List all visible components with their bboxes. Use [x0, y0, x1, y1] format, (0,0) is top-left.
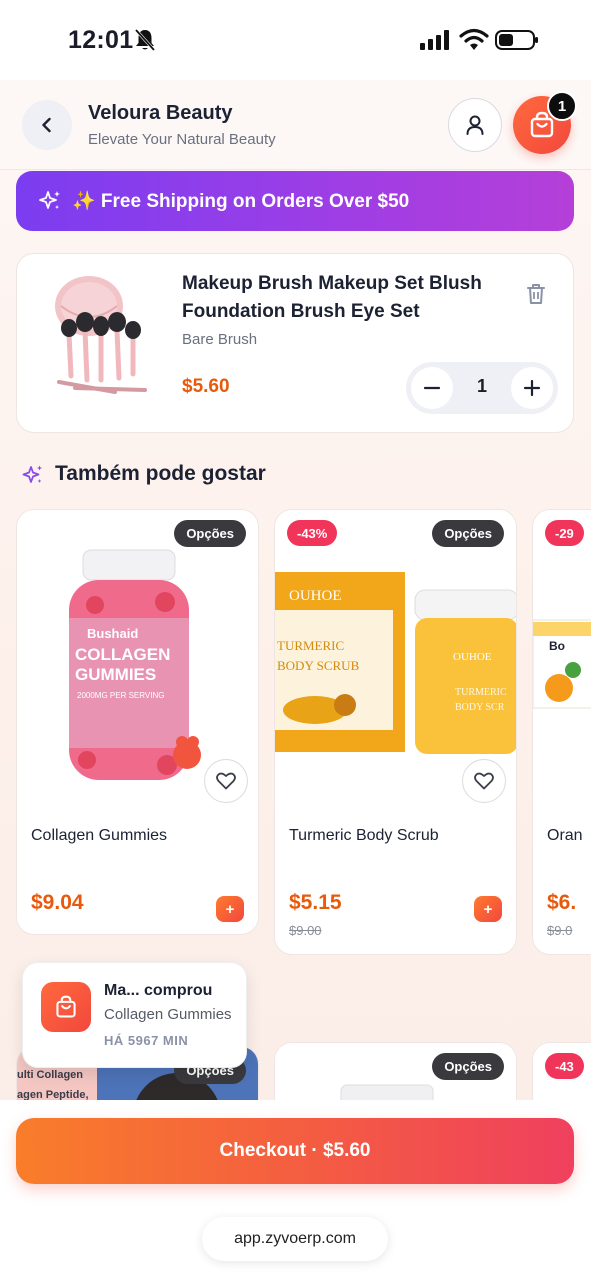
wifi-icon	[459, 28, 489, 50]
free-shipping-banner: ✨ Free Shipping on Orders Over $50	[16, 171, 574, 231]
user-icon	[466, 115, 484, 135]
trash-icon[interactable]	[525, 282, 547, 306]
product-old-price: $9.0	[547, 923, 573, 938]
svg-text:OUHOE: OUHOE	[453, 651, 492, 663]
cart-item-brand: Bare Brush	[182, 331, 258, 348]
svg-text:BODY SCR: BODY SCR	[455, 702, 505, 713]
product-image-caption: ulti Collagen agen Peptide,	[17, 1069, 89, 1100]
collagen-gummies-image: Bushaid COLLAGEN GUMMIES 2000MG PER SERV…	[17, 510, 258, 800]
discount-badge: -29	[545, 520, 584, 546]
heart-icon	[216, 772, 236, 790]
discount-badge: -43	[545, 1053, 584, 1079]
turmeric-body-scrub-image: OUHOE TURMERIC BODY SCRUB OUHOE TURMERIC…	[275, 510, 516, 800]
svg-text:OUHOE: OUHOE	[289, 588, 342, 604]
header: Veloura Beauty Elevate Your Natural Beau…	[0, 80, 591, 170]
product-card[interactable]: Bo -29 Oran $6. $9.0	[532, 509, 591, 955]
cart-item: Makeup Brush Makeup Set Blush Foundation…	[16, 253, 574, 433]
brush-set-image	[55, 276, 147, 394]
product-card[interactable]: OUHOE TURMERIC BODY SCRUB OUHOE TURMERIC…	[274, 509, 517, 955]
browser-url-bar[interactable]: app.zyvoerp.com	[202, 1217, 388, 1261]
svg-text:GUMMIES: GUMMIES	[75, 665, 156, 684]
product-name: Oran	[547, 827, 583, 844]
product-name: Turmeric Body Scrub	[289, 827, 439, 844]
product-old-price: $9.00	[289, 923, 322, 938]
heart-icon	[474, 772, 494, 790]
product-price: $5.15	[289, 891, 342, 914]
account-button[interactable]	[448, 98, 502, 152]
recommendations-title: Também pode gostar	[55, 462, 266, 485]
free-shipping-text: ✨ Free Shipping on Orders Over $50	[72, 191, 410, 212]
svg-text:TURMERIC: TURMERIC	[455, 687, 507, 698]
store-subtitle: Elevate Your Natural Beauty	[88, 131, 276, 148]
svg-text:COLLAGEN: COLLAGEN	[75, 645, 170, 664]
product-card[interactable]: Opções	[274, 1042, 517, 1100]
product-price: $9.04	[31, 891, 84, 914]
wishlist-button[interactable]	[204, 759, 248, 803]
cart-item-title[interactable]: Makeup Brush Makeup Set Blush Foundation…	[182, 270, 502, 326]
quantity-value: 1	[476, 376, 487, 396]
status-bar: 12:01	[0, 0, 591, 80]
plus-icon	[523, 379, 541, 397]
options-badge[interactable]: Opções	[432, 520, 504, 547]
svg-text:2000MG PER SERVING: 2000MG PER SERVING	[77, 691, 164, 700]
svg-text:Bushaid: Bushaid	[87, 626, 138, 641]
svg-text:BODY SCRUB: BODY SCRUB	[277, 658, 360, 673]
decrease-quantity-button[interactable]	[411, 367, 453, 409]
orange-serum-image: Bo	[533, 510, 591, 800]
chevron-left-icon	[42, 117, 51, 133]
cart-item-price: $5.60	[182, 376, 230, 397]
options-badge[interactable]: Opções	[174, 520, 246, 547]
shopping-bag-icon	[41, 982, 91, 1032]
store-title: Veloura Beauty	[88, 102, 233, 124]
add-to-cart-button[interactable]: +	[216, 896, 244, 922]
product-price: $6.	[547, 891, 577, 914]
signal-icon	[420, 30, 449, 50]
svg-text:TURMERIC: TURMERIC	[277, 638, 344, 653]
svg-text:Bo: Bo	[549, 639, 565, 653]
status-time: 12:01	[68, 26, 134, 54]
battery-icon	[495, 30, 538, 50]
increase-quantity-button[interactable]	[511, 367, 553, 409]
sparkles-icon	[39, 191, 60, 209]
toast-product: Collagen Gummies	[104, 1006, 232, 1023]
cart-count-badge: 1	[547, 91, 577, 121]
bottom-bar: Checkout · $5.60 app.zyvoerp.com	[0, 1100, 591, 1280]
wishlist-button[interactable]	[462, 759, 506, 803]
quantity-stepper: 1	[406, 362, 558, 414]
checkout-button[interactable]: Checkout · $5.60	[16, 1118, 574, 1184]
toast-title: Ma... comprou	[104, 982, 213, 999]
toast-time: HÁ 5967 MIN	[104, 1033, 189, 1048]
product-card[interactable]: Bushaid COLLAGEN GUMMIES 2000MG PER SERV…	[16, 509, 259, 935]
minus-icon	[423, 386, 441, 390]
sparkles-icon	[22, 465, 42, 483]
product-name: Collagen Gummies	[31, 827, 168, 844]
product-card[interactable]: -43	[532, 1042, 591, 1100]
bell-off-icon	[134, 28, 156, 52]
back-button[interactable]	[22, 100, 72, 150]
app-area: Veloura Beauty Elevate Your Natural Beau…	[0, 80, 591, 1100]
discount-badge: -43%	[287, 520, 338, 546]
options-badge[interactable]: Opções	[432, 1053, 504, 1080]
recent-purchase-toast: Ma... comprou Collagen Gummies HÁ 5967 M…	[22, 962, 247, 1068]
add-to-cart-button[interactable]: +	[474, 896, 502, 922]
